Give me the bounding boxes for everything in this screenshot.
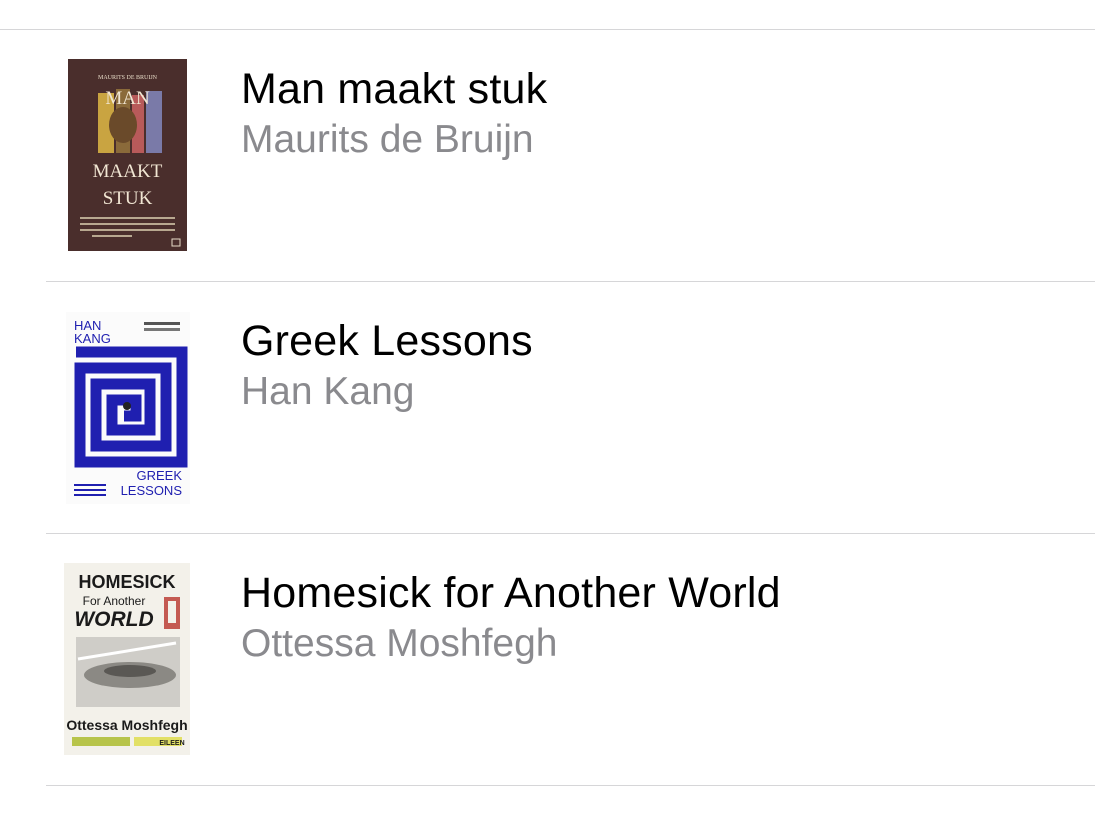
list-item[interactable]: HOMESICK For Another WORLD Ottessa Moshf…	[0, 534, 1095, 786]
cover-author-line-2: KANG	[74, 331, 111, 346]
book-cover: HOMESICK For Another WORLD Ottessa Moshf…	[64, 563, 190, 755]
cover-title-line-2: For Another	[83, 594, 146, 608]
book-author: Han Kang	[241, 370, 415, 413]
book-author: Maurits de Bruijn	[241, 118, 534, 161]
list-item[interactable]: MAURITS DE BRUIJN MAN MAAKT STUK Man maa…	[0, 30, 1095, 282]
cover-tag: EILEEN	[159, 740, 184, 747]
cover-title-line-2: LESSONS	[121, 483, 183, 498]
book-cover: HAN KANG GREEK LESSONS	[66, 312, 190, 504]
cover-title-line-3: STUK	[103, 188, 153, 209]
row-divider	[46, 785, 1095, 786]
cover-title-line-2: MAAKT	[93, 161, 163, 182]
cover-title-line-1: HOMESICK	[78, 572, 175, 592]
cover-title-line-1: MAN	[105, 88, 150, 109]
cover-author-text: Ottessa Moshfegh	[66, 717, 187, 733]
book-list: MAURITS DE BRUIJN MAN MAAKT STUK Man maa…	[0, 0, 1095, 813]
book-title: Greek Lessons	[241, 317, 533, 365]
book-title: Homesick for Another World	[241, 569, 781, 617]
book-title: Man maakt stuk	[241, 65, 548, 113]
book-cover: MAURITS DE BRUIJN MAN MAAKT STUK	[68, 59, 187, 251]
cover-author-text: MAURITS DE BRUIJN	[98, 75, 158, 81]
cover-title-line-1: GREEK	[136, 468, 182, 483]
book-author: Ottessa Moshfegh	[241, 622, 558, 665]
list-item[interactable]: HAN KANG GREEK LESSONS Greek Lessons Han…	[0, 282, 1095, 534]
cover-title-line-3: WORLD	[74, 608, 153, 631]
